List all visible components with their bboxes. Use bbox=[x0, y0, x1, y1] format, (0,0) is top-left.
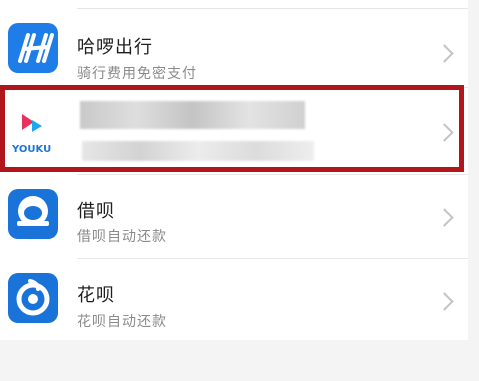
list-item-huabei[interactable]: 花呗 花呗自动还款 bbox=[0, 259, 468, 340]
hellobike-icon bbox=[8, 23, 58, 73]
app-title: 借呗 bbox=[77, 201, 115, 222]
jiebei-icon bbox=[8, 189, 58, 239]
huabei-icon bbox=[8, 273, 58, 323]
list-item-hellobike[interactable]: 哈啰出行 骑行费用免密支付 bbox=[0, 9, 468, 88]
app-title: 哈啰出行 bbox=[77, 37, 153, 58]
chevron-right-icon bbox=[435, 44, 454, 63]
app-description: 花呗自动还款 bbox=[77, 314, 167, 330]
app-description: 骑行费用免密支付 bbox=[77, 66, 197, 82]
app-description: 借呗自动还款 bbox=[77, 229, 167, 245]
top-divider bbox=[77, 0, 468, 9]
list-item-jiebei[interactable]: 借呗 借呗自动还款 bbox=[0, 175, 468, 259]
chevron-right-icon bbox=[435, 292, 454, 311]
highlight-frame bbox=[0, 85, 464, 172]
chevron-right-icon bbox=[435, 208, 454, 227]
app-title: 花呗 bbox=[77, 285, 115, 306]
